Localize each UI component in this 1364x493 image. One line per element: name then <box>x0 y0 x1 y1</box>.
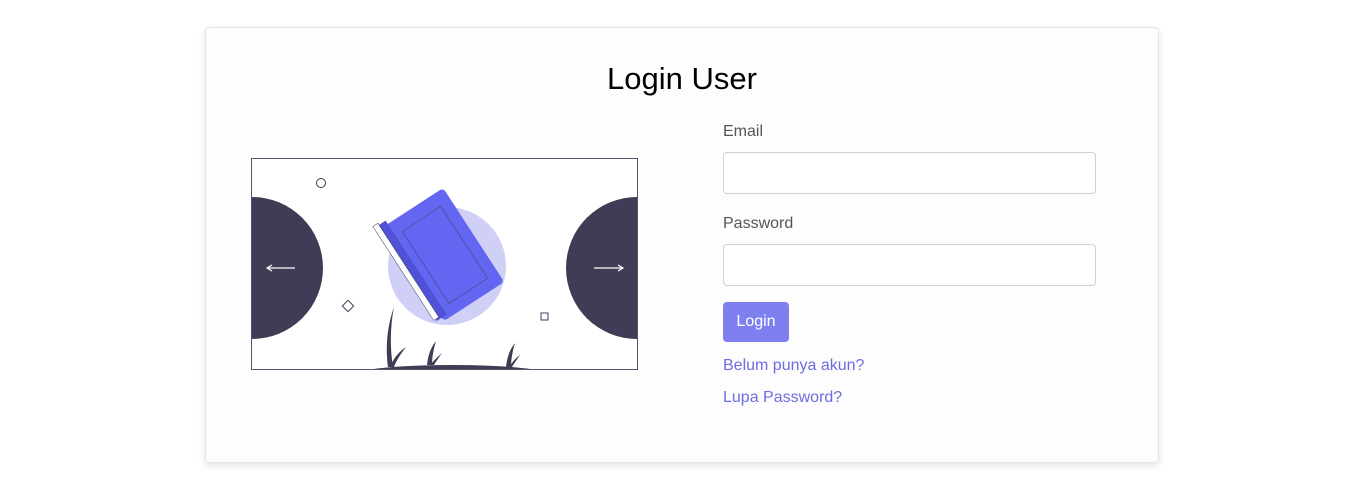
login-button[interactable]: Login <box>723 302 789 342</box>
password-label: Password <box>723 215 794 232</box>
login-card: Login User Email Password Login Belum pu… <box>205 27 1159 463</box>
password-input[interactable] <box>723 244 1096 286</box>
carousel-next-button[interactable] <box>566 197 637 339</box>
page-title: Login User <box>607 61 757 96</box>
email-label: Email <box>723 123 764 140</box>
grass-blade <box>390 347 406 367</box>
diamond-decoration <box>341 299 355 313</box>
forgot-password-link[interactable]: Lupa Password? <box>723 388 1097 408</box>
book-illustration <box>252 178 637 369</box>
login-form: Email Password Login Belum punya akun? L… <box>723 122 1097 408</box>
square-decoration <box>540 312 549 321</box>
carousel-prev-button[interactable] <box>252 197 323 339</box>
grass-blade <box>386 307 394 367</box>
circle-decoration <box>316 178 326 188</box>
register-link[interactable]: Belum punya akun? <box>723 356 1097 376</box>
image-carousel <box>251 158 638 370</box>
email-input[interactable] <box>723 152 1096 194</box>
